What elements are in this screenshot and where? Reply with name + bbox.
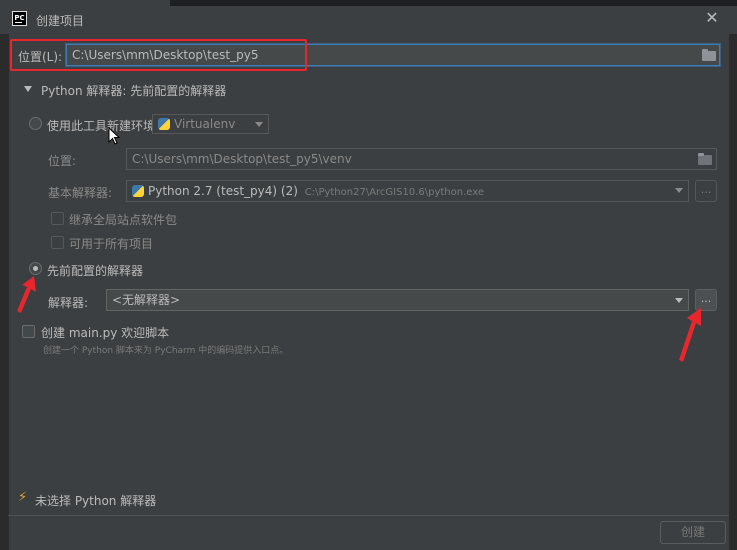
- base-interpreter-path: C:\Python27\ArcGIS10.6\python.exe: [304, 187, 485, 198]
- create-main-script-checkbox[interactable]: [22, 325, 35, 338]
- available-all-projects-label: 可用于所有项目: [69, 237, 154, 251]
- env-tool-value: Virtualenv: [174, 117, 236, 131]
- collapse-chevron-icon[interactable]: [24, 86, 32, 92]
- folder-icon[interactable]: [698, 153, 712, 165]
- annotation-arrow-icon: [679, 308, 701, 362]
- chevron-down-icon: [675, 298, 683, 303]
- new-env-radio[interactable]: [29, 117, 42, 130]
- bolt-icon: ⚡: [18, 490, 28, 505]
- folder-icon[interactable]: [702, 49, 716, 61]
- existing-interpreter-label[interactable]: 先前配置的解释器: [47, 262, 143, 279]
- main-script-description: 创建一个 Python 脚本来为 PyCharm 中的编码提供入口点。: [43, 346, 289, 356]
- new-env-label[interactable]: 使用此工具新建环境: [47, 117, 155, 134]
- python-icon: [132, 185, 144, 197]
- interpreter-section-header[interactable]: Python 解释器: 先前配置的解释器: [41, 82, 226, 99]
- env-tool-select[interactable]: Virtualenv: [152, 114, 269, 134]
- warning-message: 未选择 Python 解释器: [35, 494, 157, 508]
- chevron-down-icon: [255, 122, 263, 127]
- interpreter-select[interactable]: <无解释器>: [106, 289, 689, 311]
- interpreter-label: 解释器:: [48, 296, 89, 310]
- create-button[interactable]: 创建: [660, 521, 726, 544]
- annotation-arrow-icon: [17, 276, 36, 313]
- base-interpreter-more-button[interactable]: ...: [695, 180, 717, 202]
- inherit-packages-label: 继承全局站点软件包: [69, 213, 178, 227]
- available-all-projects-checkbox[interactable]: [51, 236, 64, 249]
- venv-location-label: 位置:: [48, 154, 77, 168]
- create-main-script-label[interactable]: 创建 main.py 欢迎脚本: [41, 324, 169, 341]
- mouse-cursor-icon: [108, 127, 120, 145]
- footer-separator: [8, 515, 729, 516]
- python-icon: [158, 118, 170, 130]
- close-icon[interactable]: ✕: [703, 9, 721, 27]
- chevron-down-icon: [675, 188, 683, 193]
- base-interpreter-label: 基本解释器:: [48, 186, 113, 200]
- venv-location-input[interactable]: C:\Users\mm\Desktop\test_py5\venv: [126, 148, 717, 170]
- inherit-packages-checkbox[interactable]: [51, 212, 64, 225]
- background-strip: [170, 0, 737, 6]
- existing-interpreter-radio[interactable]: [29, 262, 42, 275]
- annotation-highlight-box: [10, 39, 307, 71]
- pycharm-icon: PC: [12, 11, 27, 26]
- window-title: 创建项目: [36, 14, 85, 28]
- base-interpreter-select[interactable]: Python 2.7 (test_py4) (2) C:\Python27\Ar…: [126, 180, 689, 202]
- base-interpreter-name: Python 2.7 (test_py4) (2): [148, 184, 298, 198]
